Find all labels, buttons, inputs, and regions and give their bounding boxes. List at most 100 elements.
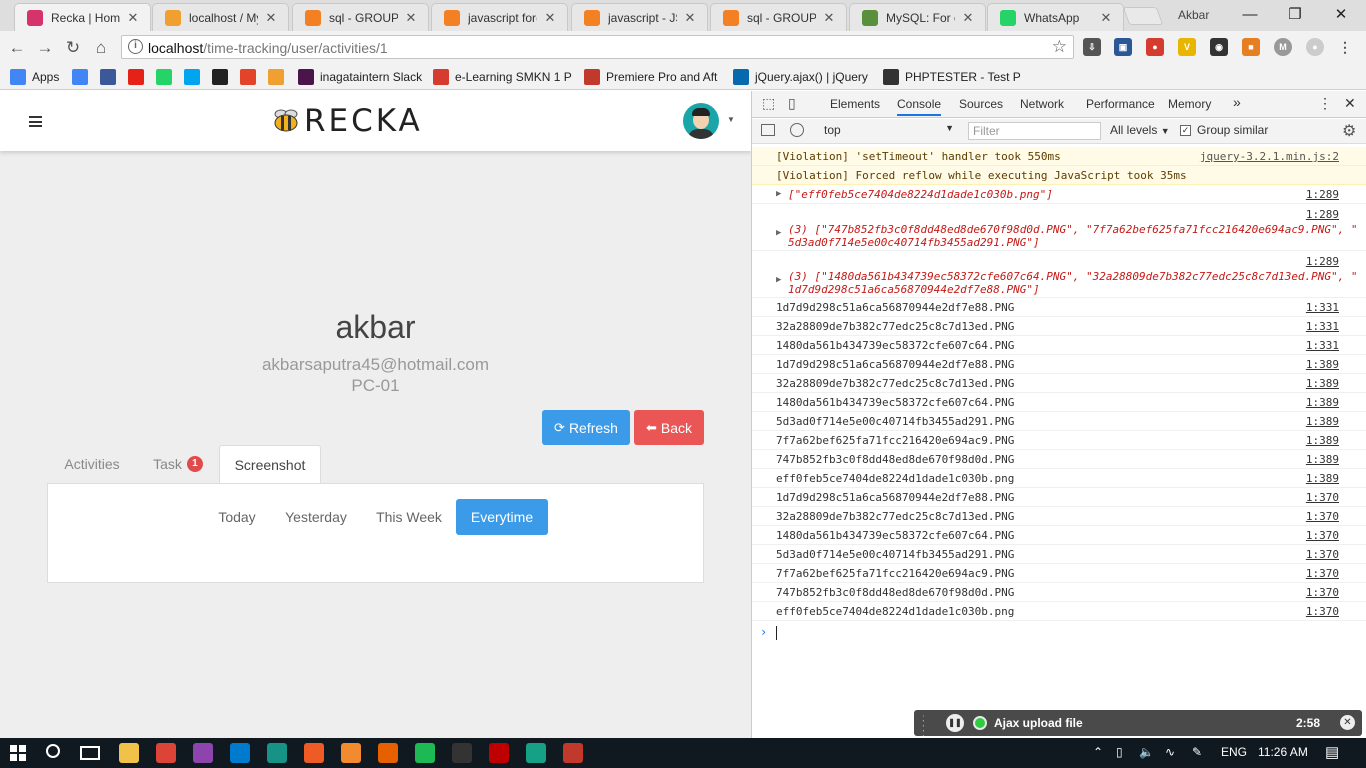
console-source-link[interactable]: 1:289 bbox=[1306, 255, 1339, 268]
filter-today-button[interactable]: Today bbox=[208, 499, 266, 535]
pause-icon[interactable]: ❚❚ bbox=[946, 714, 964, 732]
chrome-icon[interactable] bbox=[156, 743, 176, 763]
tab-sources[interactable]: Sources bbox=[959, 97, 1003, 111]
browser-tab[interactable]: javascript for() ✕ bbox=[431, 3, 568, 31]
close-tab-icon[interactable]: ✕ bbox=[543, 10, 557, 26]
refresh-button[interactable]: ⟳ Refresh bbox=[542, 410, 630, 445]
console-source-link[interactable]: 1:389 bbox=[1306, 415, 1339, 428]
bookmark-item[interactable] bbox=[268, 68, 288, 86]
console-input[interactable] bbox=[776, 626, 777, 640]
console-source-link[interactable]: 1:331 bbox=[1306, 301, 1339, 314]
forward-arrow-icon[interactable]: → bbox=[34, 37, 56, 59]
close-devtools-icon[interactable]: ✕ bbox=[1344, 95, 1356, 112]
extension-m-icon[interactable]: M bbox=[1274, 38, 1292, 56]
tab-memory[interactable]: Memory bbox=[1168, 97, 1211, 111]
console-source-link[interactable]: 1:370 bbox=[1306, 586, 1339, 599]
tab-activities[interactable]: Activities bbox=[56, 445, 128, 483]
close-tab-icon[interactable]: ✕ bbox=[822, 10, 836, 26]
bookmark-item[interactable]: PHPTESTER - Test PH bbox=[883, 68, 1021, 86]
group-similar-checkbox[interactable]: ✓ Group similar bbox=[1180, 123, 1268, 137]
console-source-link[interactable]: 1:289 bbox=[1306, 188, 1339, 201]
task-view-icon[interactable] bbox=[80, 746, 100, 760]
bookmark-star-icon[interactable]: ☆ bbox=[1052, 37, 1067, 57]
browser-tab[interactable]: javascript - JS ✕ bbox=[571, 3, 708, 31]
extension-gray-icon[interactable]: ● bbox=[1306, 38, 1324, 56]
close-tab-icon[interactable]: ✕ bbox=[961, 10, 975, 26]
browser-tab[interactable]: sql - GROUP B ✕ bbox=[710, 3, 847, 31]
bookmark-item[interactable] bbox=[72, 68, 92, 86]
hamburger-menu-icon[interactable] bbox=[29, 116, 42, 127]
device-toolbar-icon[interactable]: ▯ bbox=[788, 95, 796, 112]
terminal-icon[interactable] bbox=[452, 743, 472, 763]
sublime-icon[interactable] bbox=[341, 743, 361, 763]
minimize-icon[interactable]: — bbox=[1230, 4, 1270, 26]
bookmark-item[interactable] bbox=[156, 68, 176, 86]
console-source-link[interactable]: 1:370 bbox=[1306, 529, 1339, 542]
console-array-log[interactable]: 1:289 ▶ ["eff0feb5ce7404de8224d1dade1c030b… bbox=[752, 185, 1366, 204]
pen-icon[interactable]: ✎ bbox=[1192, 745, 1202, 759]
tab-screenshot[interactable]: Screenshot bbox=[219, 445, 321, 483]
filter-this-week-button[interactable]: This Week bbox=[370, 499, 448, 535]
language-indicator[interactable]: ENG bbox=[1221, 745, 1247, 759]
app-pink-icon[interactable] bbox=[193, 743, 213, 763]
bookmark-item[interactable] bbox=[184, 68, 204, 86]
console-source-link[interactable]: jquery-3.2.1.min.js:2 bbox=[1200, 150, 1339, 163]
bookmark-item[interactable] bbox=[212, 68, 232, 86]
console-array-log[interactable]: 1:289 ▶ (3) ["1480da561b434739ec58372cfe60… bbox=[752, 251, 1366, 298]
close-tab-icon[interactable]: ✕ bbox=[264, 10, 278, 26]
close-tab-icon[interactable]: ✕ bbox=[126, 10, 140, 26]
firefox-icon[interactable] bbox=[378, 743, 398, 763]
battery-icon[interactable]: ▯ bbox=[1116, 745, 1123, 759]
gear-icon[interactable]: ⚙ bbox=[1342, 121, 1356, 141]
app-red-icon[interactable] bbox=[563, 743, 583, 763]
tab-elements[interactable]: Elements bbox=[830, 97, 880, 111]
drag-handle-icon[interactable]: : :: : bbox=[922, 714, 930, 739]
browser-tab[interactable]: MySQL: For ea ✕ bbox=[849, 3, 986, 31]
close-tab-icon[interactable]: ✕ bbox=[404, 10, 418, 26]
bookmark-item[interactable]: e-Learning SMKN 1 P bbox=[433, 68, 573, 86]
console-source-link[interactable]: 1:389 bbox=[1306, 377, 1339, 390]
tab-console[interactable]: Console bbox=[897, 97, 942, 116]
close-tab-icon[interactable]: ✕ bbox=[683, 10, 697, 26]
caret-down-icon[interactable]: ▼ bbox=[727, 115, 735, 124]
tray-chevron-icon[interactable]: ⌃ bbox=[1093, 745, 1103, 759]
expand-arrow-icon[interactable]: ▶ bbox=[776, 189, 781, 199]
clock[interactable]: 11:26 AM bbox=[1258, 745, 1308, 759]
spotify-icon[interactable] bbox=[415, 743, 435, 763]
console-source-link[interactable]: 1:370 bbox=[1306, 491, 1339, 504]
sidebar-toggle-icon[interactable] bbox=[761, 124, 775, 136]
browser-profile-name[interactable]: Akbar bbox=[1178, 8, 1209, 22]
console-source-link[interactable]: 1:389 bbox=[1306, 453, 1339, 466]
vscode-icon[interactable] bbox=[230, 743, 250, 763]
file-explorer-icon[interactable] bbox=[119, 743, 139, 763]
reload-icon[interactable]: ↻ bbox=[62, 37, 84, 59]
console-filter-input[interactable]: Filter bbox=[968, 122, 1101, 140]
bookmark-item[interactable]: Apps bbox=[10, 68, 64, 86]
more-tabs-icon[interactable]: » bbox=[1233, 94, 1241, 110]
notifications-icon[interactable]: ▤ bbox=[1325, 743, 1339, 761]
filezilla-icon[interactable] bbox=[489, 743, 509, 763]
bookmark-item[interactable] bbox=[240, 68, 260, 86]
tab-network[interactable]: Network bbox=[1020, 97, 1064, 111]
console-source-link[interactable]: 1:370 bbox=[1306, 510, 1339, 523]
tab-task[interactable]: Task 1 bbox=[146, 445, 210, 483]
clear-console-icon[interactable] bbox=[790, 123, 804, 137]
extension-people-icon[interactable]: ● bbox=[1146, 38, 1164, 56]
bookmark-item[interactable]: inagataintern Slack bbox=[298, 68, 426, 86]
console-source-link[interactable]: 1:389 bbox=[1306, 472, 1339, 485]
log-levels-dropdown[interactable]: All levels ▼ bbox=[1110, 123, 1170, 137]
volume-icon[interactable]: 🔈 bbox=[1139, 745, 1154, 759]
site-info-icon[interactable]: i bbox=[128, 39, 143, 54]
address-bar[interactable]: i localhost/time-tracking/user/activitie… bbox=[121, 35, 1074, 59]
console-source-link[interactable]: 1:370 bbox=[1306, 605, 1339, 618]
filter-everytime-button[interactable]: Everytime bbox=[456, 499, 548, 535]
extension-camera-icon[interactable]: ▣ bbox=[1114, 38, 1132, 56]
extension-glasses-icon[interactable]: ◉ bbox=[1210, 38, 1228, 56]
extension-vue-icon[interactable]: V bbox=[1178, 38, 1196, 56]
avatar[interactable] bbox=[683, 103, 719, 139]
home-icon[interactable]: ⌂ bbox=[90, 37, 112, 59]
console-array-log[interactable]: 1:289 ▶ (3) ["747b852fb3c0f8dd48ed8de670f9… bbox=[752, 204, 1366, 251]
filter-yesterday-button[interactable]: Yesterday bbox=[280, 499, 352, 535]
inspect-element-icon[interactable]: ⬚ bbox=[762, 95, 775, 112]
browser-tab[interactable]: WhatsApp ✕ bbox=[987, 3, 1124, 31]
